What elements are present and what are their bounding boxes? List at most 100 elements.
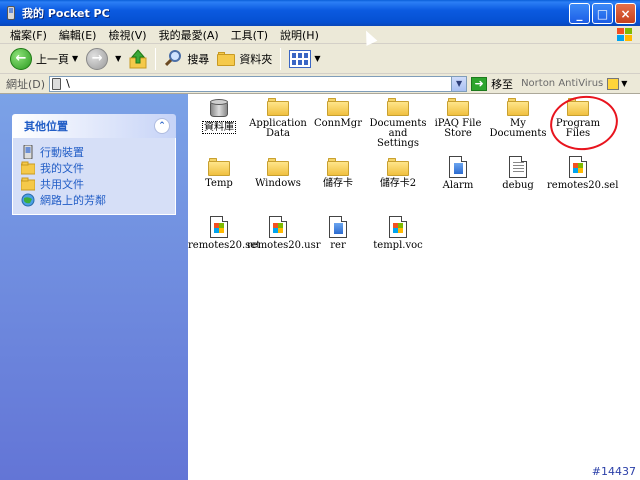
folder-icon xyxy=(387,98,409,116)
address-bar: 網址(D) \ ▼ ➜ 移至 Norton AntiVirus ▼ xyxy=(0,74,640,94)
link-mobile-device[interactable]: 行動裝置 xyxy=(21,144,167,160)
folder-icon xyxy=(21,177,35,191)
forward-dropdown-icon[interactable]: ▼ xyxy=(115,54,121,63)
pocket-pc-icon xyxy=(4,5,18,21)
file-label: debug xyxy=(502,180,534,191)
file-item-remotes20-set[interactable]: remotes20.set xyxy=(188,216,260,251)
toolbar-separator xyxy=(155,47,157,70)
address-dropdown-icon[interactable]: ▼ xyxy=(451,76,467,91)
file-item-templ-voc[interactable]: templ.voc xyxy=(367,216,429,251)
norton-label: Norton AntiVirus xyxy=(521,78,604,89)
back-label: 上一頁 xyxy=(36,52,69,66)
window-title: 我的 Pocket PC xyxy=(22,7,110,20)
go-button[interactable]: ➜ 移至 xyxy=(471,76,513,92)
file-item-remotes20-sel[interactable]: remotes20.sel xyxy=(547,156,618,191)
windows-document-icon xyxy=(269,216,287,238)
folder-up-icon xyxy=(129,48,147,68)
menu-help[interactable]: 說明(H) xyxy=(274,27,325,43)
file-item-documents-and-settings[interactable]: Documents and Settings xyxy=(367,98,429,149)
file-label: Application Data xyxy=(249,118,307,139)
link-label: 我的文件 xyxy=(40,162,84,175)
file-item-ipaq-file-store[interactable]: iPAQ File Store xyxy=(427,98,489,139)
up-button[interactable] xyxy=(125,46,151,72)
task-pane: 其他位置 ⌃ 行動裝置 我的文件 共用文件 網路上的芳鄰 xyxy=(0,94,188,480)
database-icon xyxy=(208,98,230,120)
file-label: Temp xyxy=(205,178,233,189)
file-label: 資料庫 xyxy=(202,121,236,134)
link-my-documents[interactable]: 我的文件 xyxy=(21,160,167,176)
back-dropdown-icon[interactable]: ▼ xyxy=(72,54,78,63)
device-icon xyxy=(23,145,33,159)
file-item-application-data[interactable]: Application Data xyxy=(247,98,309,139)
norton-icon[interactable] xyxy=(607,77,620,90)
folder-icon xyxy=(217,51,236,66)
file-label: iPAQ File Store xyxy=(434,118,482,139)
folder-icon xyxy=(387,158,409,176)
device-icon xyxy=(52,77,62,90)
folders-button[interactable]: 資料夾 xyxy=(213,46,276,72)
views-button[interactable]: ▼ xyxy=(285,46,324,72)
file-item-rer[interactable]: rer xyxy=(307,216,369,251)
file-item-alarm[interactable]: Alarm xyxy=(427,156,489,191)
minimize-button[interactable]: _ xyxy=(569,3,590,24)
folder-icon xyxy=(447,98,469,116)
file-item-temp[interactable]: Temp xyxy=(188,158,250,189)
document-icon xyxy=(329,216,347,238)
text-document-icon xyxy=(509,156,527,178)
windows-logo-icon xyxy=(616,27,634,43)
other-places-title: 其他位置 xyxy=(24,120,68,133)
file-label: 儲存卡 xyxy=(323,178,353,189)
windows-document-icon xyxy=(569,156,587,178)
file-label: rer xyxy=(330,240,346,251)
menu-edit[interactable]: 編輯(E) xyxy=(53,27,103,43)
menu-view[interactable]: 檢視(V) xyxy=(102,27,152,43)
file-item-storage-card-2[interactable]: 儲存卡2 xyxy=(367,158,429,189)
file-item-windows[interactable]: Windows xyxy=(247,158,309,189)
forward-arrow-icon: → xyxy=(86,47,109,70)
maximize-button[interactable]: □ xyxy=(592,3,613,24)
folder-icon xyxy=(267,98,289,116)
chevron-up-icon[interactable]: ⌃ xyxy=(154,118,170,134)
close-button[interactable]: × xyxy=(615,3,636,24)
address-input[interactable]: \ ▼ xyxy=(49,75,468,92)
norton-dropdown-icon[interactable]: ▼ xyxy=(621,79,627,88)
file-item-database[interactable]: 資料庫 xyxy=(188,98,250,134)
network-icon xyxy=(21,193,35,207)
menu-favorites[interactable]: 我的最愛(A) xyxy=(153,27,225,43)
menu-tools[interactable]: 工具(T) xyxy=(225,27,274,43)
menu-file[interactable]: 檔案(F) xyxy=(4,27,53,43)
file-label: templ.voc xyxy=(373,240,423,251)
folder-icon xyxy=(327,158,349,176)
link-label: 行動裝置 xyxy=(40,146,84,159)
document-icon xyxy=(449,156,467,178)
file-list-pane: 資料庫 Application Data ConnMgr Documents a… xyxy=(188,91,640,480)
file-item-remotes20-usr[interactable]: remotes20.usr xyxy=(247,216,321,251)
file-label: remotes20.usr xyxy=(247,240,321,251)
folder-icon xyxy=(507,98,529,116)
views-dropdown-icon[interactable]: ▼ xyxy=(314,54,320,63)
other-places-header[interactable]: 其他位置 ⌃ xyxy=(12,114,176,138)
file-label: Alarm xyxy=(442,180,474,191)
file-item-debug[interactable]: debug xyxy=(487,156,549,191)
file-item-connmgr[interactable]: ConnMgr xyxy=(307,98,369,129)
menu-bar: 檔案(F) 編輯(E) 檢視(V) 我的最愛(A) 工具(T) 說明(H) xyxy=(0,26,640,44)
image-id-watermark: #14437 xyxy=(591,465,636,478)
folders-label: 資料夾 xyxy=(239,52,273,66)
file-label: Windows xyxy=(255,178,301,189)
file-label: My Documents xyxy=(489,118,547,139)
title-bar[interactable]: 我的 Pocket PC _ □ × xyxy=(0,0,640,26)
folder-icon xyxy=(21,161,35,175)
forward-button[interactable]: → ▼ xyxy=(82,46,125,72)
file-label: Documents and Settings xyxy=(369,118,427,149)
link-shared-documents[interactable]: 共用文件 xyxy=(21,176,167,192)
address-value: \ xyxy=(66,77,70,90)
back-button[interactable]: ← 上一頁 ▼ xyxy=(6,46,82,72)
search-button[interactable]: 搜尋 xyxy=(160,46,213,72)
search-icon xyxy=(164,49,184,69)
file-item-storage-card[interactable]: 儲存卡 xyxy=(307,158,369,189)
folder-icon xyxy=(208,158,230,176)
file-label: 儲存卡2 xyxy=(379,178,417,189)
folder-icon xyxy=(267,158,289,176)
file-item-my-documents[interactable]: My Documents xyxy=(487,98,549,139)
link-network-places[interactable]: 網路上的芳鄰 xyxy=(21,192,167,208)
